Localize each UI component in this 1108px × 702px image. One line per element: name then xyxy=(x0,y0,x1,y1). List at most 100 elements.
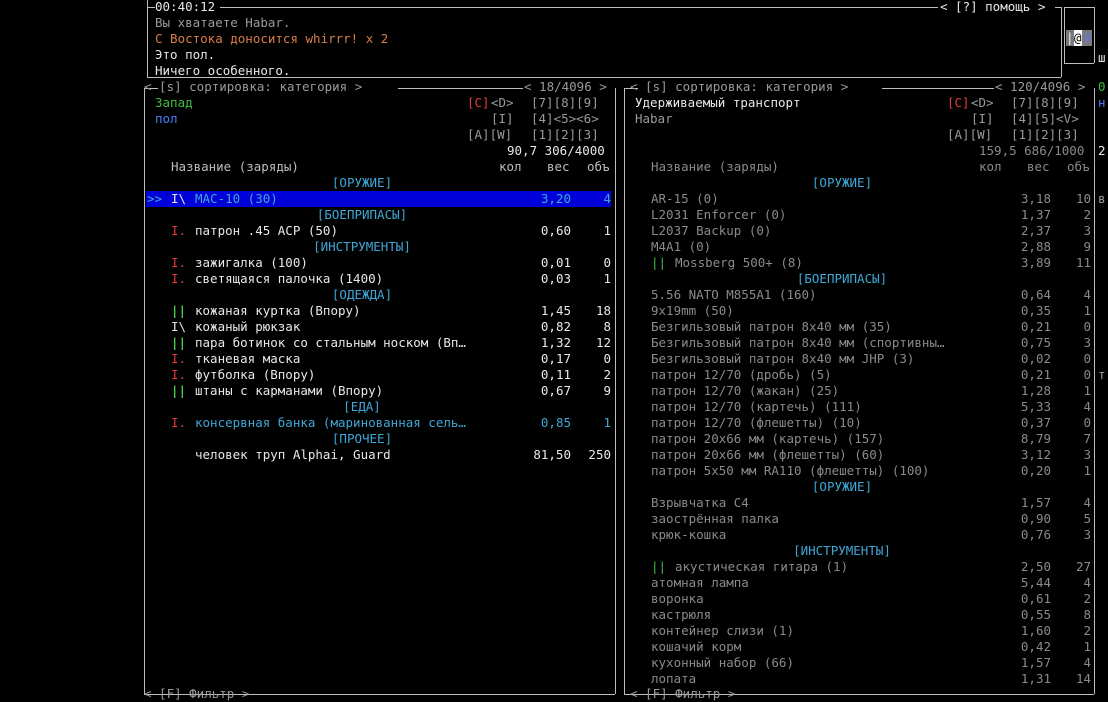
right-header-weight[interactable]: вес xyxy=(1027,159,1050,175)
item-name: патрон 12/70 (флешетты) (10) xyxy=(651,415,862,430)
item-volume: 10 xyxy=(1075,191,1091,206)
item-volume: 3 xyxy=(1083,335,1091,350)
left-dir-aw[interactable]: [A][W] xyxy=(467,127,512,143)
item-name: MAC-10 (30) xyxy=(195,191,278,206)
item-name: патрон 12/70 (жакан) (25) xyxy=(651,383,840,398)
left-dir-c[interactable]: [C] xyxy=(467,95,490,111)
left-dir-789[interactable]: [7][8][9] xyxy=(531,95,599,111)
left-dir-456[interactable]: [4]<5><6> xyxy=(531,111,599,127)
right-dir-456[interactable]: [4][5]<V> xyxy=(1011,111,1079,127)
item-status-mark: I. xyxy=(171,367,187,382)
right-dir-123[interactable]: [1][2][3] xyxy=(1011,127,1079,143)
selection-cursor: >> xyxy=(147,191,163,206)
right-sublocation: Habar xyxy=(635,111,673,126)
left-filter-button[interactable]: < [F] Фильтр > xyxy=(144,686,249,702)
item-volume: 4 xyxy=(1083,399,1091,414)
message-line: Ничего особенного. xyxy=(155,63,291,78)
item-status-mark: || xyxy=(171,383,187,398)
edge-char-1: 0 xyxy=(1098,79,1106,94)
item-status-mark: I. xyxy=(171,351,187,366)
item-name: консервная банка (маринованная сель… xyxy=(195,415,466,430)
right-header-qty[interactable]: кол xyxy=(979,159,1002,175)
item-name: Взрывчатка C4 xyxy=(651,495,749,510)
item-name: кошачий корм xyxy=(651,639,742,654)
message-line: Это пол. xyxy=(155,47,216,62)
item-volume: 0 xyxy=(603,351,611,366)
item-name: зажигалка (100) xyxy=(195,255,308,270)
item-weight: 1,28 xyxy=(1020,383,1051,398)
item-name: M4A1 (0) xyxy=(651,239,712,254)
item-weight: 2,88 xyxy=(1020,239,1051,254)
item-weight: 1,32 xyxy=(540,335,571,350)
right-header-name[interactable]: Название (заряды) xyxy=(651,159,779,175)
item-weight: 2,50 xyxy=(1020,559,1051,574)
left-location: Запад xyxy=(155,95,193,110)
item-status-mark: I. xyxy=(171,271,187,286)
item-name: патрон 5x50 мм RA110 (флешетты) (100) xyxy=(651,463,930,478)
left-dir-d[interactable]: <D> xyxy=(491,95,514,111)
item-volume: 4 xyxy=(603,191,611,206)
right-dir-i[interactable]: [I] xyxy=(971,111,994,127)
left-sort-button[interactable]: < [s] сортировка: категория > xyxy=(144,79,362,95)
item-weight: 1,60 xyxy=(1020,623,1051,638)
left-header-weight[interactable]: вес xyxy=(547,159,570,175)
help-button[interactable]: < [?] помощь > xyxy=(940,0,1045,15)
right-dir-aw[interactable]: [A][W] xyxy=(947,127,992,143)
item-name: штаны с карманами (Впору) xyxy=(195,383,384,398)
right-dir-d[interactable]: <D> xyxy=(971,95,994,111)
item-weight: 3,12 xyxy=(1020,447,1051,462)
item-name: человек труп Alphai, Guard xyxy=(195,447,391,462)
category-header: [ОДЕЖДА] xyxy=(331,287,393,302)
item-volume: 250 xyxy=(588,447,611,462)
left-dir-i[interactable]: [I] xyxy=(491,111,514,127)
item-name: крюк-кошка xyxy=(651,527,727,542)
right-header-volume[interactable]: объ xyxy=(1067,159,1090,175)
item-weight: 0,02 xyxy=(1020,351,1051,366)
left-header-name[interactable]: Название (заряды) xyxy=(171,159,299,175)
item-name: кожаная куртка (Впору) xyxy=(195,303,361,318)
item-status-mark: I. xyxy=(171,255,187,270)
left-dir-123[interactable]: [1][2][3] xyxy=(531,127,599,143)
item-name: AR-15 (0) xyxy=(651,191,719,206)
item-name: светящаяся палочка (1400) xyxy=(195,271,384,286)
item-volume: 0 xyxy=(1083,367,1091,382)
item-volume: 4 xyxy=(1083,575,1091,590)
category-header: [ИНСТРУМЕНТЫ] xyxy=(793,543,891,558)
item-volume: 3 xyxy=(1083,223,1091,238)
item-volume: 4 xyxy=(1083,655,1091,670)
item-name: кожаный рюкзак xyxy=(195,319,301,334)
item-weight: 0,67 xyxy=(540,383,571,398)
right-filter-button[interactable]: < [F] Фильтр > xyxy=(630,686,735,702)
right-sort-button[interactable]: < [s] сортировка: категория > xyxy=(630,79,848,95)
item-name: заострённая палка xyxy=(651,511,779,526)
item-weight: 2,37 xyxy=(1020,223,1051,238)
item-volume: 4 xyxy=(1083,287,1091,302)
item-name: патрон .45 ACP (50) xyxy=(195,223,338,238)
item-weight: 0,11 xyxy=(540,367,571,382)
item-volume: 3 xyxy=(1083,527,1091,542)
item-volume: 1 xyxy=(603,415,611,430)
item-weight: 5,44 xyxy=(1020,575,1051,590)
item-weight: 0,01 xyxy=(540,255,571,270)
item-name: 5.56 NATO M855A1 (160) xyxy=(651,287,817,302)
item-status-mark: || xyxy=(651,559,667,574)
item-volume: 1 xyxy=(603,223,611,238)
right-dir-c[interactable]: [C] xyxy=(947,95,970,111)
item-weight: 0,82 xyxy=(540,319,571,334)
item-name: кастрюля xyxy=(651,607,712,622)
left-header-qty[interactable]: кол xyxy=(499,159,522,175)
item-name: атомная лампа xyxy=(651,575,749,590)
item-name: L2031 Enforcer (0) xyxy=(651,207,787,222)
game-clock: 00:40:12 xyxy=(155,0,216,14)
item-volume: 0 xyxy=(1083,415,1091,430)
item-weight: 3,89 xyxy=(1020,255,1051,270)
category-header: [ОРУЖИЕ] xyxy=(811,479,873,494)
category-header: [ЕДА] xyxy=(343,399,381,414)
item-status-mark: I\ xyxy=(171,319,187,334)
item-weight: 0,75 xyxy=(1020,335,1051,350)
edge-char-4: в xyxy=(1098,191,1106,206)
left-header-volume[interactable]: объ xyxy=(587,159,610,175)
item-volume: 8 xyxy=(603,319,611,334)
right-dir-789[interactable]: [7][8][9] xyxy=(1011,95,1079,111)
item-volume: 11 xyxy=(1075,255,1091,270)
